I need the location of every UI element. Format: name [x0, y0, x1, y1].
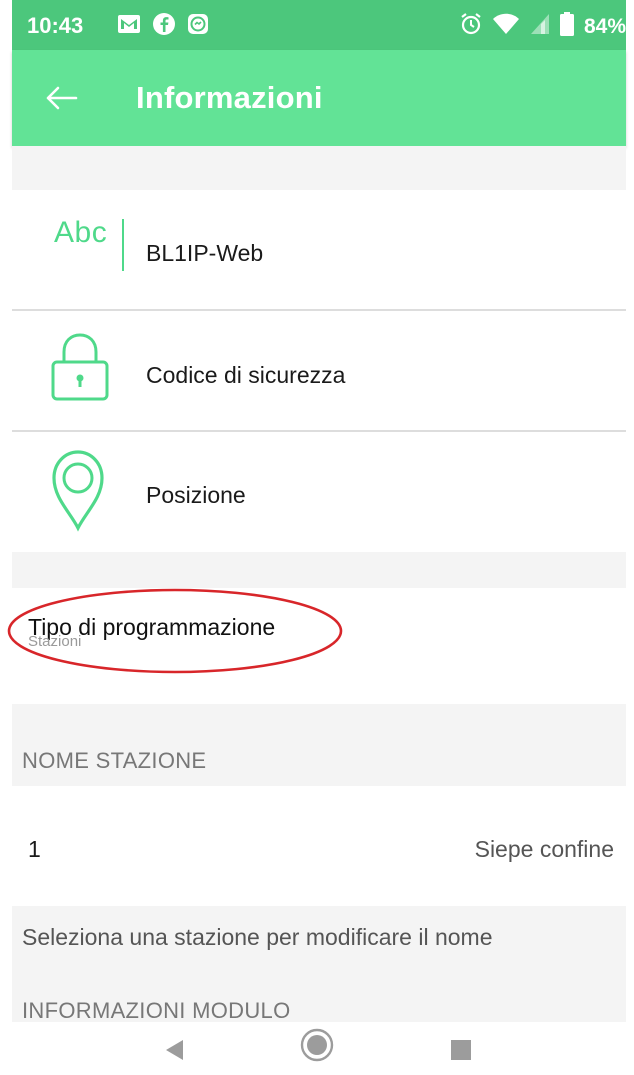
battery-icon: [559, 12, 574, 41]
facebook-icon: [152, 12, 176, 41]
device-name-label: BL1IP-Web: [146, 240, 264, 266]
status-time: 10:43: [27, 13, 84, 38]
station-name-header: NOME STAZIONE: [22, 748, 207, 773]
back-arrow-icon[interactable]: [42, 80, 82, 116]
station-hint-text: Seleziona una stazione per modificare il…: [22, 924, 493, 950]
device-name-row[interactable]: [12, 190, 626, 310]
gmail-icon: [116, 12, 142, 41]
nav-back-icon[interactable]: [164, 1039, 184, 1066]
nav-recents-icon[interactable]: [450, 1039, 472, 1066]
text-cursor-icon: [122, 219, 124, 271]
notification-icons: [116, 12, 210, 41]
station-name: Siepe confine: [474, 836, 614, 862]
abc-text-icon: Abc: [54, 216, 108, 249]
module-info-header: INFORMAZIONI MODULO: [22, 1000, 291, 1022]
status-bar: 10:43 84%: [12, 0, 626, 50]
lock-icon: [50, 332, 110, 407]
navigation-bar: [0, 1022, 634, 1075]
alarm-icon: [460, 12, 482, 41]
system-status-icons: 84%: [460, 12, 626, 41]
security-code-label: Codice di sicurezza: [146, 362, 346, 388]
station-number: 1: [28, 836, 41, 862]
page-title: Informazioni: [136, 80, 323, 115]
signal-icon: [530, 13, 550, 40]
module-info-header-clip: INFORMAZIONI MODULO: [12, 1000, 626, 1022]
app-bar: Informazioni: [12, 50, 626, 146]
messenger-icon: [186, 12, 210, 41]
highlight-annotation: [6, 587, 344, 675]
section-spacer: [12, 552, 626, 588]
position-label: Posizione: [146, 482, 246, 508]
battery-percent: 84%: [583, 14, 626, 38]
section-spacer: [12, 146, 626, 190]
location-pin-icon: [50, 448, 106, 537]
wifi-icon: [492, 13, 520, 40]
nav-home-icon[interactable]: [300, 1028, 334, 1067]
